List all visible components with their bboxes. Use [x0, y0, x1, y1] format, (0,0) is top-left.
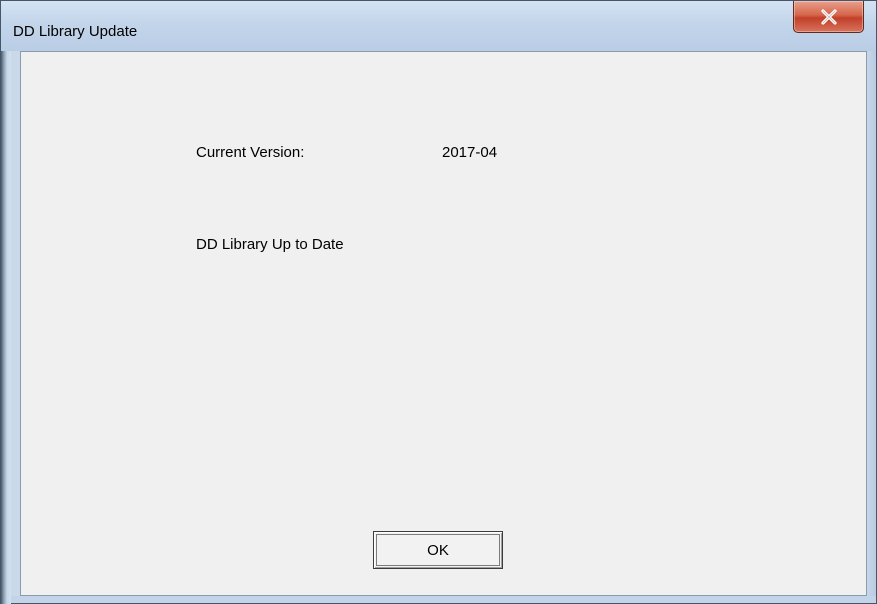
current-version-value: 2017-04 — [442, 144, 498, 161]
current-version-label: Current Version: — [196, 144, 305, 161]
window-left-edge — [1, 1, 11, 604]
window-right-edge — [867, 51, 876, 596]
window-bottom-edge — [11, 596, 876, 603]
close-button[interactable] — [793, 1, 864, 33]
title-bar[interactable]: DD Library Update — [1, 1, 876, 51]
dialog-window: DD Library Update Current Version: 2017-… — [0, 0, 877, 604]
ok-button-label: OK — [427, 541, 449, 559]
close-icon — [820, 8, 837, 25]
dialog-content-area: Current Version: 2017-04 DD Library Up t… — [20, 51, 867, 596]
window-title: DD Library Update — [13, 23, 138, 40]
ok-button[interactable]: OK — [373, 531, 503, 569]
update-status-message: DD Library Up to Date — [196, 236, 344, 253]
